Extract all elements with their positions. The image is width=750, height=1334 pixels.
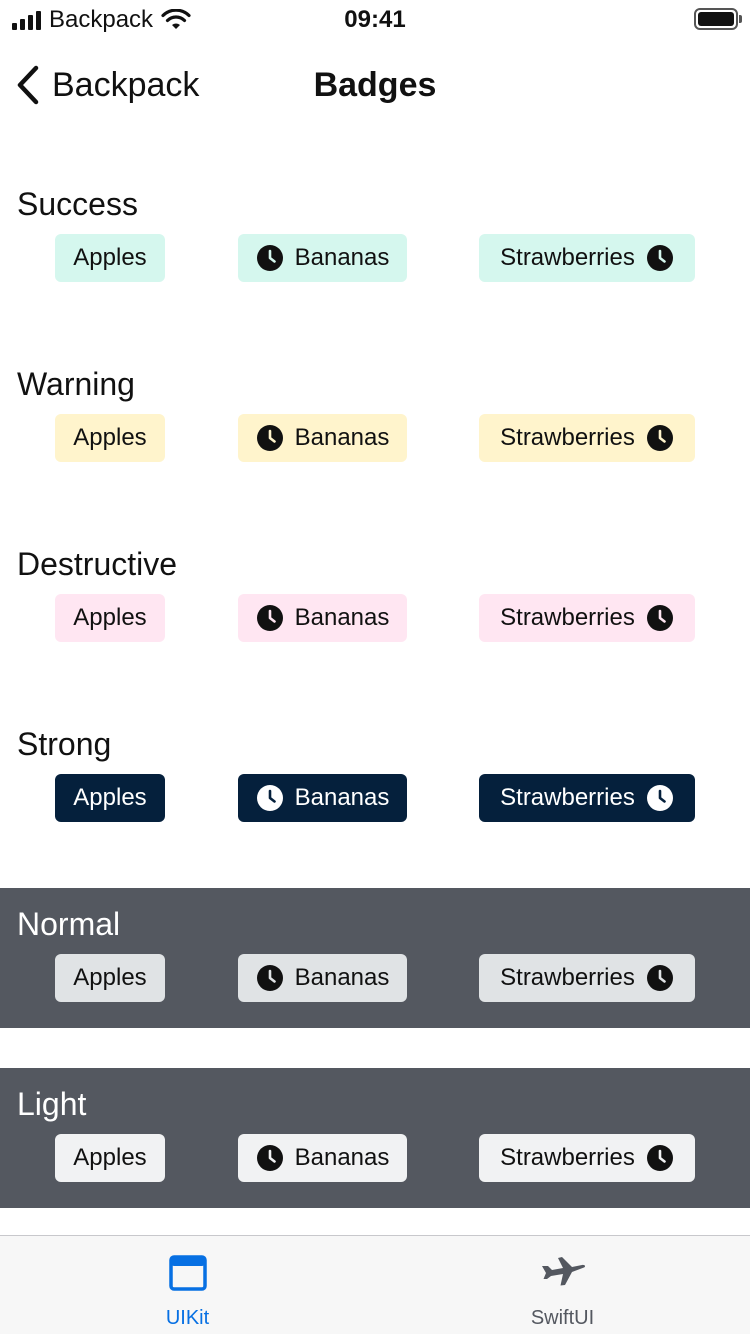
section-title: Normal bbox=[17, 906, 121, 942]
badge-apples: Apples bbox=[55, 1134, 165, 1182]
airplane-icon bbox=[541, 1257, 585, 1286]
badge-label: Apples bbox=[73, 1144, 147, 1171]
section-title: Strong bbox=[17, 726, 112, 762]
badge-label: Apples bbox=[73, 424, 147, 451]
badge-bananas: Bananas bbox=[238, 954, 407, 1002]
tab-swiftui[interactable]: SwiftUI bbox=[375, 1236, 750, 1334]
clock-icon bbox=[646, 425, 673, 451]
badge-apples: Apples bbox=[55, 954, 165, 1002]
status-bar: Backpack 09:41 bbox=[0, 0, 750, 40]
badge-label: Strawberries bbox=[500, 424, 635, 451]
badge-strawberries: Strawberries bbox=[479, 234, 695, 282]
tab-label: UIKit bbox=[165, 1307, 210, 1329]
clock-icon bbox=[256, 785, 283, 811]
badge-label: Strawberries bbox=[500, 604, 635, 631]
badge-label: Bananas bbox=[294, 784, 390, 811]
clock-icon bbox=[646, 1145, 673, 1171]
section-title: Warning bbox=[17, 366, 135, 402]
clock-icon bbox=[256, 1145, 283, 1171]
badge-apples: Apples bbox=[55, 774, 165, 822]
badge-strawberries: Strawberries bbox=[479, 774, 695, 822]
section-destructive: Destructive Apples Bananas Strawberries bbox=[0, 528, 750, 668]
clock-icon bbox=[256, 245, 283, 271]
badge-label: Bananas bbox=[294, 1144, 390, 1171]
tab-uikit[interactable]: UIKit bbox=[0, 1236, 375, 1334]
section-title: Destructive bbox=[17, 546, 178, 582]
badge-strawberries: Strawberries bbox=[479, 594, 695, 642]
badge-strawberries: Strawberries bbox=[479, 954, 695, 1002]
badge-strawberries: Strawberries bbox=[479, 1134, 695, 1182]
page-title: Badges bbox=[313, 66, 437, 104]
tab-bar: UIKit SwiftUI bbox=[0, 1235, 750, 1334]
badge-label: Strawberries bbox=[500, 1144, 635, 1171]
navigation-bar: Backpack Badges bbox=[0, 50, 750, 120]
section-light: Light Apples Bananas Strawberries bbox=[0, 1068, 750, 1208]
badge-label: Apples bbox=[73, 964, 147, 991]
badge-bananas: Bananas bbox=[238, 594, 407, 642]
section-strong: Strong Apples Bananas Strawberries bbox=[0, 708, 750, 848]
badge-label: Apples bbox=[73, 244, 147, 271]
section-warning: Warning Apples Bananas Strawberries bbox=[0, 348, 750, 488]
status-time: 09:41 bbox=[344, 6, 406, 33]
window-icon bbox=[168, 1255, 207, 1291]
clock-icon bbox=[256, 425, 283, 451]
battery-icon bbox=[694, 8, 742, 30]
badge-bananas: Bananas bbox=[238, 1134, 407, 1182]
badge-label: Strawberries bbox=[500, 244, 635, 271]
badge-strawberries: Strawberries bbox=[479, 414, 695, 462]
badge-apples: Apples bbox=[55, 414, 165, 462]
section-title: Light bbox=[17, 1086, 87, 1122]
badge-bananas: Bananas bbox=[238, 234, 407, 282]
badge-apples: Apples bbox=[55, 594, 165, 642]
section-title: Success bbox=[17, 186, 138, 222]
badge-apples: Apples bbox=[55, 234, 165, 282]
badge-label: Bananas bbox=[294, 604, 390, 631]
clock-icon bbox=[646, 245, 673, 271]
section-normal: Normal Apples Bananas Strawberries bbox=[0, 888, 750, 1028]
badge-label: Strawberries bbox=[500, 964, 635, 991]
badge-label: Bananas bbox=[294, 964, 390, 991]
clock-icon bbox=[256, 965, 283, 991]
badge-label: Strawberries bbox=[500, 784, 635, 811]
clock-icon bbox=[256, 605, 283, 631]
tab-label: SwiftUI bbox=[530, 1307, 595, 1329]
clock-icon bbox=[646, 965, 673, 991]
badge-bananas: Bananas bbox=[238, 774, 407, 822]
section-success: Success Apples Bananas Strawberries bbox=[0, 168, 750, 308]
clock-icon bbox=[646, 785, 673, 811]
badge-label: Bananas bbox=[294, 424, 390, 451]
badge-label: Apples bbox=[73, 604, 147, 631]
clock-icon bbox=[646, 605, 673, 631]
badge-bananas: Bananas bbox=[238, 414, 407, 462]
badge-label: Apples bbox=[73, 784, 147, 811]
badge-label: Bananas bbox=[294, 244, 390, 271]
